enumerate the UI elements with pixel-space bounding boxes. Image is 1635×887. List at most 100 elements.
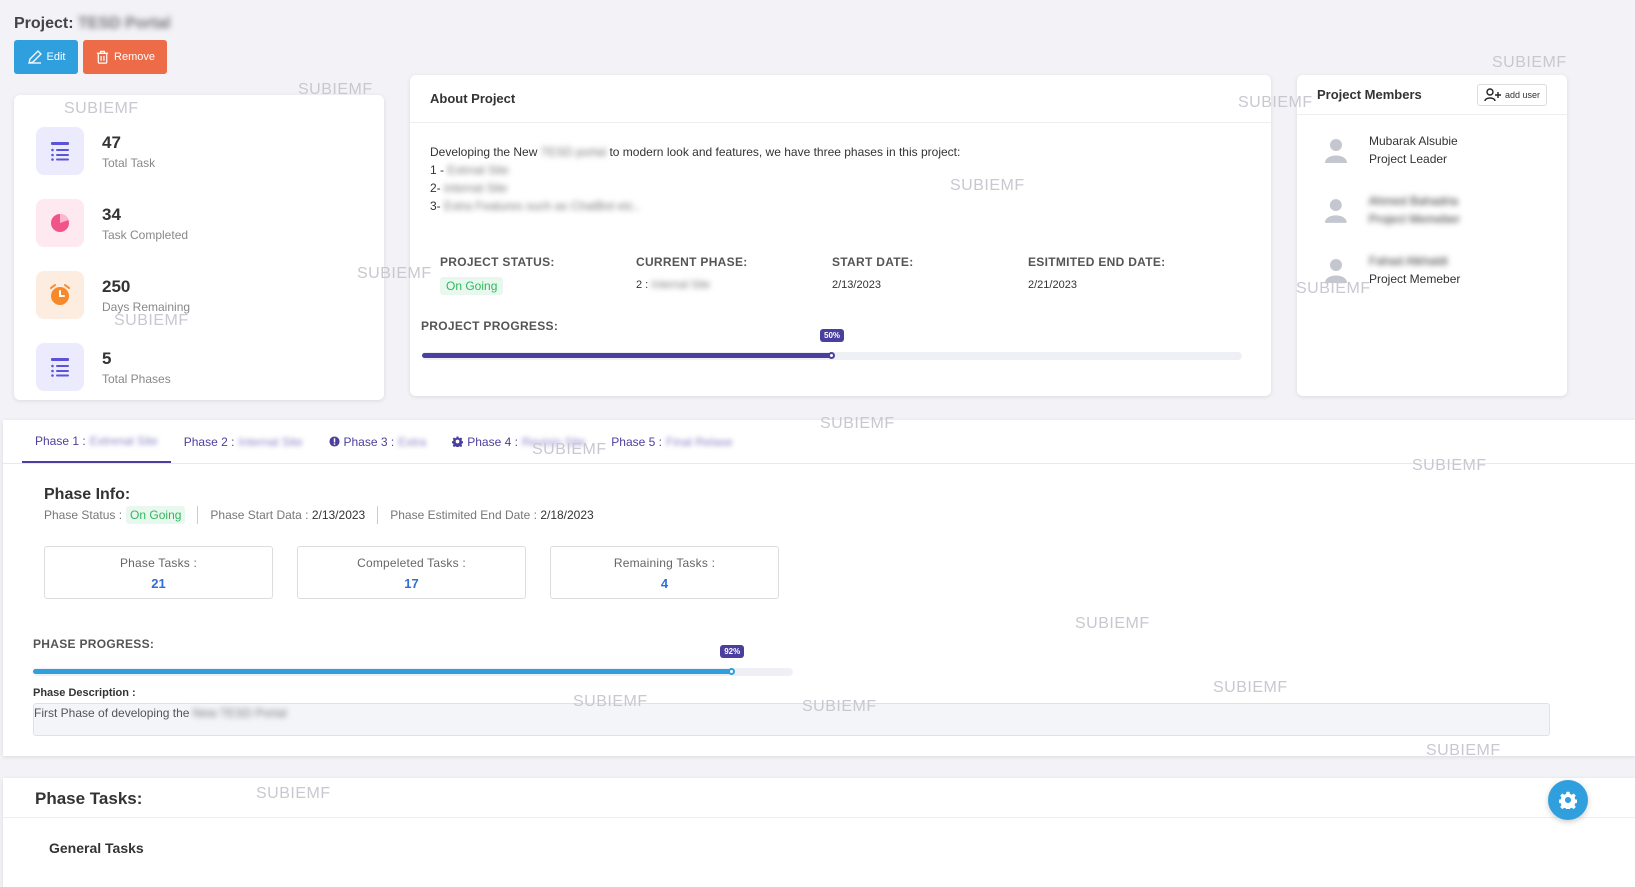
member-item[interactable]: Fahad Alkhaldi Project Memeber: [1297, 235, 1567, 295]
stat-value: 5: [102, 349, 112, 368]
tab-label: Phase 4 :: [467, 434, 518, 449]
add-user-label: add user: [1504, 89, 1540, 100]
current-phase-label: CURRENT PHASE:: [636, 255, 748, 269]
phase-start-label: Phase Start Data :: [210, 508, 309, 522]
add-user-button[interactable]: add user: [1476, 83, 1547, 106]
start-date-label: START DATE:: [832, 255, 914, 269]
settings-fab[interactable]: [1548, 780, 1588, 820]
phase-kpis: Phase Tasks : 21 Compeleted Tasks : 17 R…: [44, 546, 1635, 599]
kpi-label: Phase Tasks :: [119, 556, 198, 570]
kpi-phase-tasks: Phase Tasks : 21: [44, 546, 273, 599]
gear-icon: [452, 436, 464, 447]
remove-label: Remove: [114, 51, 155, 63]
pencil-icon: [27, 50, 42, 64]
user-avatar-icon: [1325, 139, 1347, 163]
stat-label: Total Task: [102, 156, 156, 170]
tab-phase-3[interactable]: Phase 3 : Extra: [316, 420, 440, 463]
page-header: Project: TESD Portal Edit Remove: [14, 14, 171, 74]
member-role: Project Memeber: [1369, 272, 1461, 286]
member-name: Fahad Alkhaldi: [1369, 254, 1448, 268]
remove-button[interactable]: Remove: [83, 40, 167, 74]
phase-description-field[interactable]: First Phase of developing the New TESD P…: [33, 703, 1550, 736]
phase-tabs: Phase 1 : Extrenal Site Phase 2 : Internal …: [3, 420, 1635, 464]
about-project-title: About Project: [410, 75, 1271, 123]
phase-status-label: Phase Status :: [44, 508, 123, 522]
kpi-label: Remaining Tasks :: [613, 556, 716, 570]
edit-button[interactable]: Edit: [14, 40, 78, 74]
stat-value: 47: [102, 133, 121, 152]
list-icon: [36, 127, 84, 175]
project-page: Project: TESD Portal Edit Remove 47 Tota…: [0, 0, 1635, 887]
phase-start-value: 2/13/2023: [311, 508, 366, 522]
tab-label: Phase 5 :: [611, 434, 662, 449]
page-title: Project: TESD Portal: [14, 14, 171, 34]
trash-icon: [96, 50, 109, 64]
project-meta: PROJECT STATUS: On Going CURRENT PHASE: …: [410, 255, 1271, 295]
current-phase-name: Internal Site: [651, 279, 710, 291]
desc-blurred: New TESD Portal: [192, 706, 287, 720]
kpi-remaining-tasks: Remaining Tasks : 4: [550, 546, 779, 599]
progress-knob: [728, 668, 736, 675]
stat-value: 34: [102, 205, 121, 224]
about-project-description: Developing the New TESD portal to modern…: [410, 123, 1271, 215]
phase-line-text: internal Site: [444, 181, 508, 195]
progress-fill: [422, 353, 832, 358]
phase-tasks-panel: Phase Tasks: General Tasks: [3, 778, 1635, 887]
project-title-prefix: Project:: [14, 15, 74, 32]
stat-value: 250: [102, 277, 131, 296]
pie-chart-icon: [36, 199, 84, 247]
project-members-card: Project Members add user Mubarak Alsubie…: [1297, 75, 1567, 396]
phase-tasks-title: Phase Tasks:: [3, 778, 1635, 818]
stat-total-phases: 5 Total Phases: [36, 331, 362, 403]
end-date-value: 2/21/2023: [1028, 279, 1077, 291]
desc-text: First Phase of developing the: [34, 706, 190, 720]
tab-phase-5[interactable]: Phase 5 : Final Relase: [598, 420, 745, 463]
user-avatar-icon: [1324, 199, 1347, 223]
desc-text: to modern look and features, we have thr…: [609, 145, 961, 159]
tab-sublabel: Extra: [398, 434, 427, 449]
tab-label: Phase 3 :: [343, 434, 395, 449]
member-role: Project Memeber: [1368, 212, 1460, 226]
stat-total-task: 47 Total Task: [36, 115, 362, 187]
edit-label: Edit: [46, 51, 66, 63]
alert-circle-icon: [328, 436, 340, 447]
members-list: Mubarak Alsubie Project Leader Ahmed Bahad…: [1297, 115, 1567, 295]
list-icon: [36, 343, 84, 391]
phase-line-prefix: 2-: [430, 181, 441, 195]
phase-line-prefix: 1 -: [430, 163, 445, 177]
phase-progress-bar: 92%: [33, 645, 793, 679]
tab-phase-2[interactable]: Phase 2 : Internal Site: [171, 420, 316, 463]
add-user-icon: [1484, 87, 1501, 101]
phase-line-prefix: 3-: [430, 199, 441, 213]
stat-label: Total Phases: [102, 372, 171, 386]
members-title: Project Members: [1317, 87, 1422, 102]
phase-status-badge: On Going: [126, 506, 186, 524]
stat-task-completed: 34 Task Completed: [36, 187, 362, 259]
phase-progress-label: PHASE PROGRESS:: [33, 637, 155, 651]
kpi-value: 17: [404, 576, 419, 591]
about-project-card: About Project Developing the New TESD po…: [410, 75, 1271, 396]
status-label: PROJECT STATUS:: [440, 255, 555, 269]
tab-sublabel: Extrenal Site: [89, 433, 158, 448]
stat-label: Task Completed: [102, 228, 189, 242]
member-item[interactable]: Ahmed Bahadria Project Memeber: [1297, 175, 1567, 235]
project-progress-bar: 50%: [422, 329, 1242, 361]
tab-phase-1[interactable]: Phase 1 : Extrenal Site: [22, 420, 171, 463]
desc-blurred: TESD portal: [540, 145, 607, 159]
user-avatar-icon: [1325, 259, 1347, 283]
tab-sublabel: Revisin Site: [521, 434, 586, 449]
start-date-value: 2/13/2023: [832, 279, 881, 291]
tab-label: Phase 1 :: [35, 433, 86, 448]
member-item[interactable]: Mubarak Alsubie Project Leader: [1297, 115, 1567, 175]
phase-description-label: Phase Description :: [33, 687, 136, 699]
phase-panel: Phase 1 : Extrenal Site Phase 2 : Internal …: [3, 420, 1635, 756]
end-date-label: ESITMITED END DATE:: [1028, 255, 1166, 269]
progress-fill: [33, 669, 733, 674]
tab-label: Phase 2 :: [183, 434, 235, 449]
desc-text: Developing the New: [430, 145, 538, 159]
progress-tooltip: 50%: [820, 329, 845, 342]
phase-line-text: Extra Features such as ChatBot etc..: [444, 199, 641, 213]
kpi-value: 21: [151, 576, 166, 591]
tab-phase-4[interactable]: Phase 4 : Revisin Site: [439, 420, 598, 463]
project-title-name: TESD Portal: [78, 15, 171, 32]
